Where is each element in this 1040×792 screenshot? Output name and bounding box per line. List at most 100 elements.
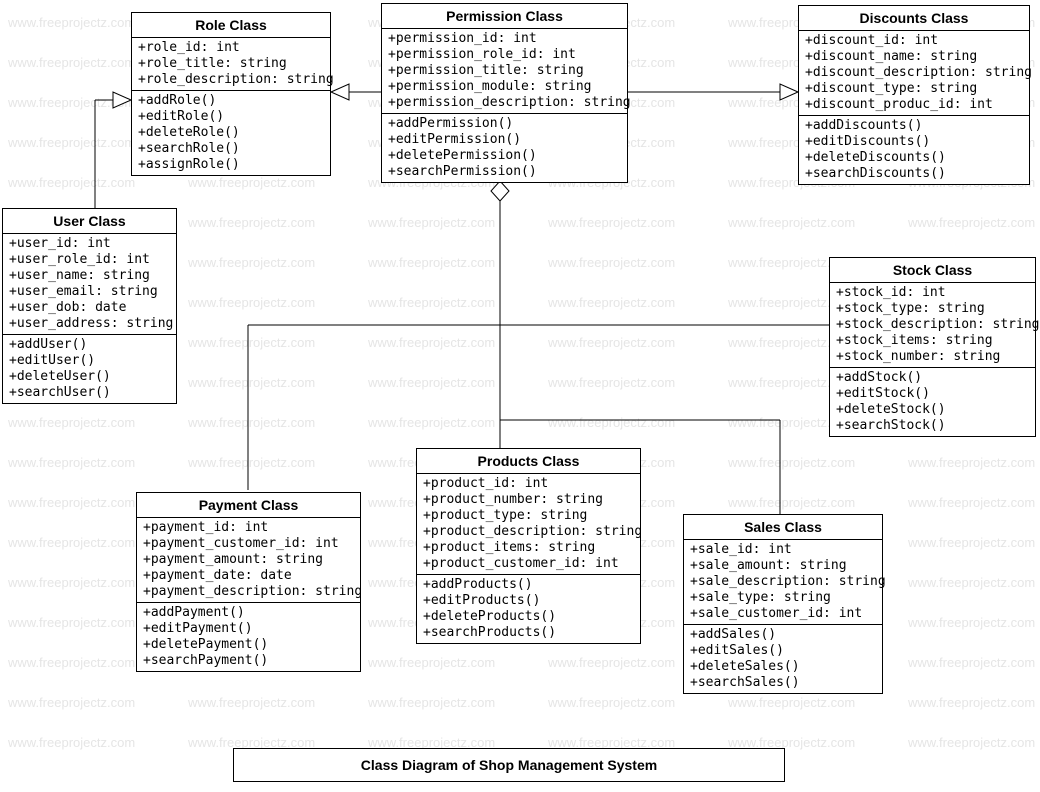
attr: +stock_id: int [836, 285, 1029, 301]
class-attributes: +discount_id: int +discount_name: string… [799, 31, 1029, 116]
attr: +role_description: string [138, 72, 324, 88]
attr: +discount_description: string [805, 65, 1023, 81]
watermark-text: www.freeprojectz.com [8, 15, 135, 30]
watermark-text: www.freeprojectz.com [548, 215, 675, 230]
attr: +payment_customer_id: int [143, 536, 354, 552]
watermark-text: www.freeprojectz.com [728, 495, 855, 510]
watermark-text: www.freeprojectz.com [8, 95, 135, 110]
watermark-text: www.freeprojectz.com [8, 495, 135, 510]
method: +addStock() [836, 370, 1029, 386]
watermark-text: www.freeprojectz.com [908, 215, 1035, 230]
method: +searchProducts() [423, 625, 634, 641]
class-permission: Permission Class +permission_id: int +pe… [381, 3, 628, 183]
attr: +permission_module: string [388, 79, 621, 95]
watermark-text: www.freeprojectz.com [548, 255, 675, 270]
watermark-text: www.freeprojectz.com [8, 535, 135, 550]
class-stock: Stock Class +stock_id: int +stock_type: … [829, 257, 1036, 437]
watermark-text: www.freeprojectz.com [728, 695, 855, 710]
method: +addSales() [690, 627, 876, 643]
attr: +payment_description: string [143, 584, 354, 600]
attr: +sale_description: string [690, 574, 876, 590]
class-title: Discounts Class [799, 6, 1029, 31]
method: +addProducts() [423, 577, 634, 593]
attr: +discount_type: string [805, 81, 1023, 97]
watermark-text: www.freeprojectz.com [8, 175, 135, 190]
attr: +payment_amount: string [143, 552, 354, 568]
class-methods: +addStock() +editStock() +deleteStock() … [830, 368, 1035, 436]
attr: +permission_title: string [388, 63, 621, 79]
class-payment: Payment Class +payment_id: int +payment_… [136, 492, 361, 672]
attr: +permission_description: string [388, 95, 621, 111]
method: +deleteStock() [836, 402, 1029, 418]
watermark-text: www.freeprojectz.com [368, 695, 495, 710]
method: +assignRole() [138, 157, 324, 173]
class-methods: +addProducts() +editProducts() +deletePr… [417, 575, 640, 643]
watermark-text: www.freeprojectz.com [368, 295, 495, 310]
class-role: Role Class +role_id: int +role_title: st… [131, 12, 331, 176]
method: +editSales() [690, 643, 876, 659]
method: +deleteDiscounts() [805, 150, 1023, 166]
watermark-text: www.freeprojectz.com [908, 495, 1035, 510]
attr: +product_type: string [423, 508, 634, 524]
method: +addPayment() [143, 605, 354, 621]
class-attributes: +payment_id: int +payment_customer_id: i… [137, 518, 360, 603]
watermark-text: www.freeprojectz.com [8, 55, 135, 70]
watermark-text: www.freeprojectz.com [8, 415, 135, 430]
watermark-text: www.freeprojectz.com [188, 295, 315, 310]
class-attributes: +product_id: int +product_number: string… [417, 474, 640, 575]
method: +searchStock() [836, 418, 1029, 434]
method: +editUser() [9, 353, 170, 369]
class-methods: +addSales() +editSales() +deleteSales() … [684, 625, 882, 693]
attr: +permission_role_id: int [388, 47, 621, 63]
method: +deleteSales() [690, 659, 876, 675]
attr: +product_number: string [423, 492, 634, 508]
class-title: Stock Class [830, 258, 1035, 283]
method: +editProducts() [423, 593, 634, 609]
watermark-text: www.freeprojectz.com [8, 575, 135, 590]
class-title: Sales Class [684, 515, 882, 540]
attr: +user_role_id: int [9, 252, 170, 268]
class-title: Role Class [132, 13, 330, 38]
attr: +sale_customer_id: int [690, 606, 876, 622]
watermark-text: www.freeprojectz.com [368, 255, 495, 270]
attr: +role_title: string [138, 56, 324, 72]
method: +searchPayment() [143, 653, 354, 669]
class-discounts: Discounts Class +discount_id: int +disco… [798, 5, 1030, 185]
method: +deleteProducts() [423, 609, 634, 625]
attr: +product_id: int [423, 476, 634, 492]
attr: +discount_name: string [805, 49, 1023, 65]
attr: +payment_id: int [143, 520, 354, 536]
watermark-text: www.freeprojectz.com [188, 375, 315, 390]
method: +editPermission() [388, 132, 621, 148]
watermark-text: www.freeprojectz.com [548, 655, 675, 670]
attr: +sale_amount: string [690, 558, 876, 574]
method: +editStock() [836, 386, 1029, 402]
class-title: Payment Class [137, 493, 360, 518]
watermark-text: www.freeprojectz.com [908, 535, 1035, 550]
attr: +stock_items: string [836, 333, 1029, 349]
class-title: Products Class [417, 449, 640, 474]
class-attributes: +stock_id: int +stock_type: string +stoc… [830, 283, 1035, 368]
attr: +product_customer_id: int [423, 556, 634, 572]
watermark-text: www.freeprojectz.com [8, 735, 135, 750]
watermark-text: www.freeprojectz.com [188, 415, 315, 430]
watermark-text: www.freeprojectz.com [8, 135, 135, 150]
method: +deleteUser() [9, 369, 170, 385]
attr: +role_id: int [138, 40, 324, 56]
attr: +user_name: string [9, 268, 170, 284]
method: +addDiscounts() [805, 118, 1023, 134]
method: +editDiscounts() [805, 134, 1023, 150]
class-attributes: +role_id: int +role_title: string +role_… [132, 38, 330, 91]
method: +deleteRole() [138, 125, 324, 141]
method: +addRole() [138, 93, 324, 109]
watermark-text: www.freeprojectz.com [188, 695, 315, 710]
attr: +product_items: string [423, 540, 634, 556]
method: +searchUser() [9, 385, 170, 401]
method: +editPayment() [143, 621, 354, 637]
class-methods: +addRole() +editRole() +deleteRole() +se… [132, 91, 330, 175]
method: +searchDiscounts() [805, 166, 1023, 182]
attr: +user_id: int [9, 236, 170, 252]
watermark-text: www.freeprojectz.com [8, 695, 135, 710]
watermark-text: www.freeprojectz.com [368, 415, 495, 430]
watermark-text: www.freeprojectz.com [548, 695, 675, 710]
